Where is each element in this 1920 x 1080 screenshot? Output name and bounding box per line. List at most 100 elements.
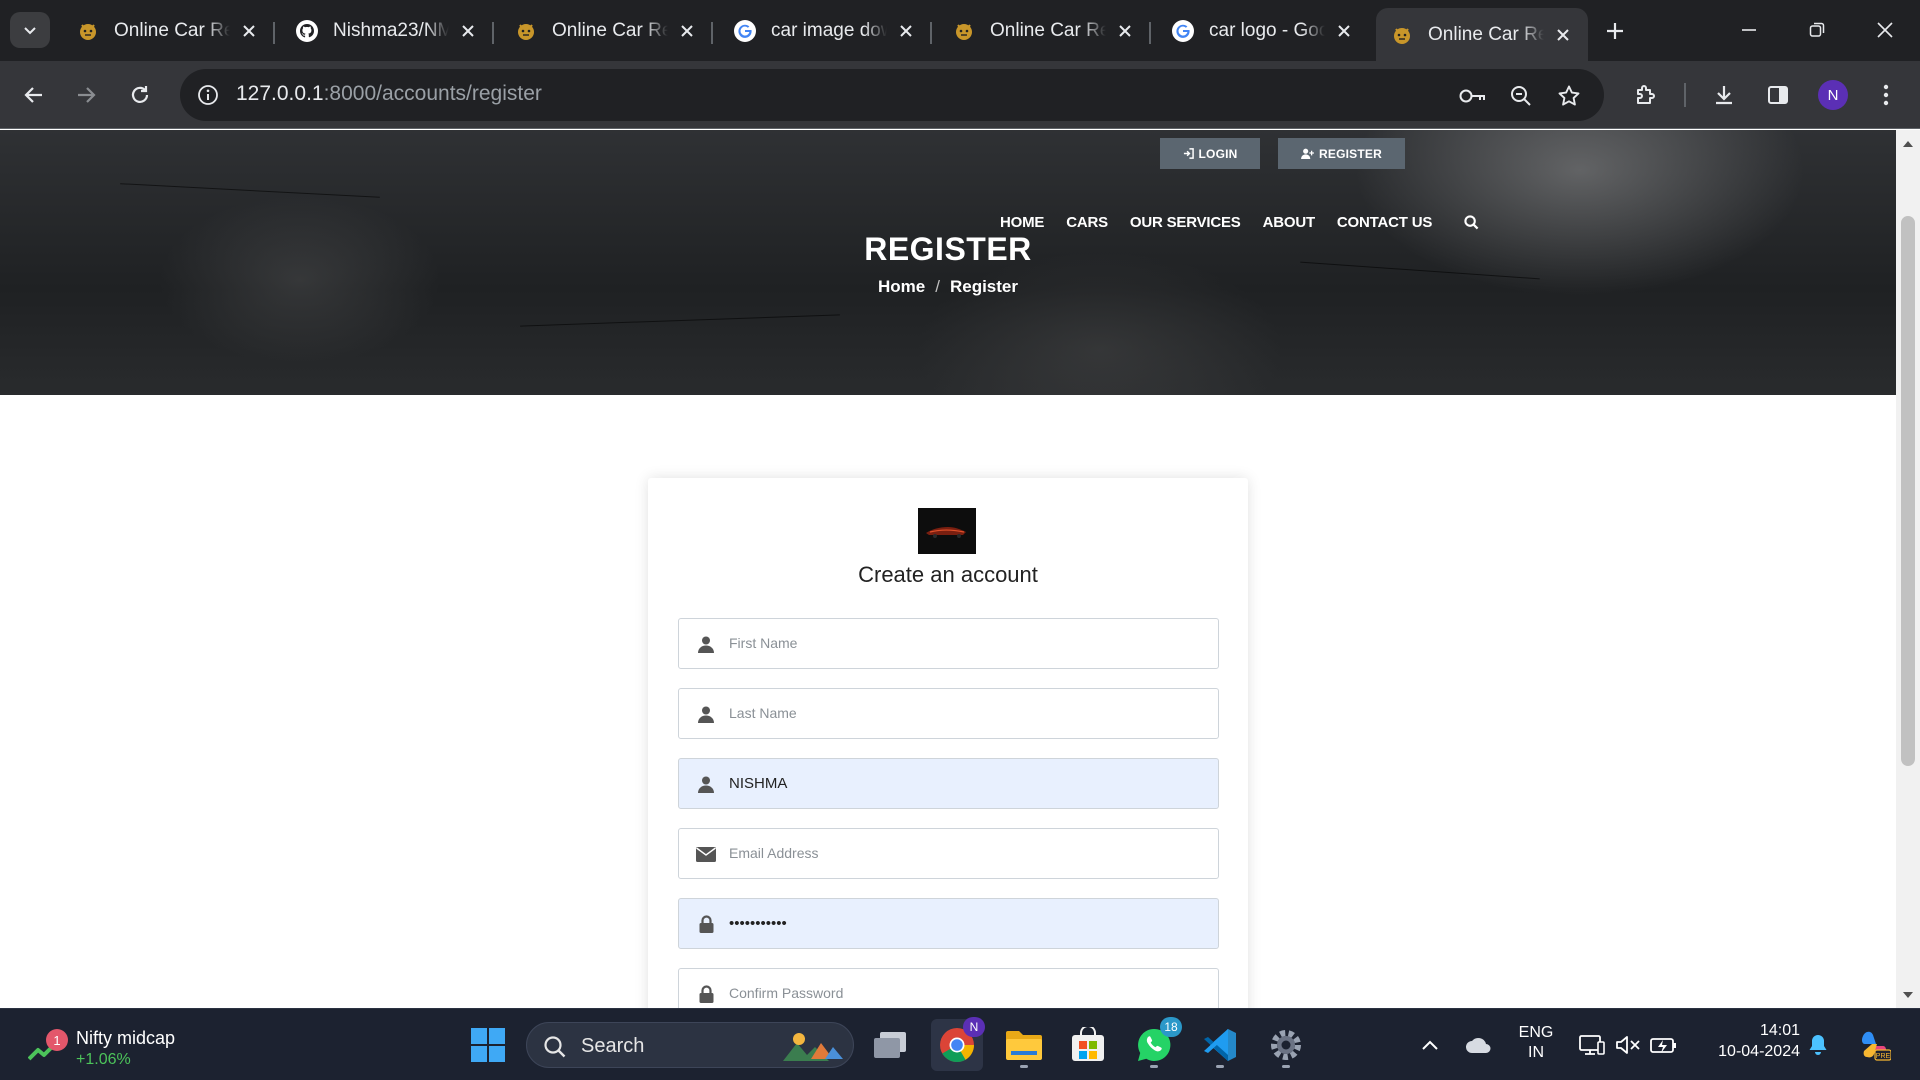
- new-tab-button[interactable]: [1598, 14, 1632, 48]
- concrete-texture: [120, 183, 380, 198]
- car-logo-image: [918, 508, 976, 554]
- email-input[interactable]: [729, 829, 1209, 878]
- close-icon[interactable]: [1114, 20, 1136, 42]
- breadcrumb-current: Register: [949, 277, 1018, 296]
- page-scrollbar[interactable]: [1896, 130, 1920, 1008]
- scroll-down-arrow-icon[interactable]: [1902, 990, 1914, 1000]
- arrow-right-icon: [78, 87, 96, 103]
- close-icon[interactable]: [457, 20, 479, 42]
- password-field[interactable]: [678, 898, 1219, 949]
- menu-home[interactable]: HOME: [1000, 214, 1044, 231]
- side-panel-button[interactable]: [1758, 75, 1798, 115]
- chrome-menu-button[interactable]: [1866, 75, 1906, 115]
- restore-icon: [1809, 22, 1825, 37]
- stock-widget[interactable]: 1 Nifty midcap +1.06%: [24, 1021, 224, 1071]
- minimize-button[interactable]: [1714, 0, 1784, 60]
- close-icon[interactable]: [676, 20, 698, 42]
- google-icon: [1171, 19, 1195, 43]
- gear-icon: [1271, 1030, 1301, 1060]
- first-name-input[interactable]: [729, 619, 1209, 668]
- menu-about[interactable]: ABOUT: [1263, 214, 1316, 231]
- extensions-button[interactable]: [1626, 75, 1666, 115]
- lock-icon: [695, 984, 717, 1004]
- url-text[interactable]: 127.0.0.1:8000/accounts/register: [236, 82, 542, 106]
- whatsapp-unread-badge: 18: [1160, 1017, 1182, 1037]
- scroll-up-arrow-icon[interactable]: [1902, 138, 1914, 148]
- puzzle-icon: [1637, 85, 1655, 104]
- toolbar-divider: [1684, 83, 1686, 107]
- register-button[interactable]: REGISTER: [1278, 138, 1405, 169]
- taskbar-vscode[interactable]: [1194, 1019, 1246, 1071]
- last-name-field[interactable]: [678, 688, 1219, 739]
- tab-online-car-rental-2[interactable]: Online Car Rental: [500, 8, 712, 54]
- downloads-button[interactable]: [1704, 75, 1744, 115]
- close-icon[interactable]: [238, 20, 260, 42]
- notification-bell-icon[interactable]: [1804, 1031, 1832, 1059]
- back-button[interactable]: [14, 75, 54, 115]
- network-icon[interactable]: [1578, 1031, 1606, 1059]
- password-key-icon[interactable]: [1458, 81, 1488, 111]
- first-name-field[interactable]: [678, 618, 1219, 669]
- email-field[interactable]: [678, 828, 1219, 879]
- username-input[interactable]: [729, 759, 1209, 808]
- taskbar-settings[interactable]: [1260, 1019, 1312, 1071]
- tab-title: Nishma23/NM: [333, 20, 449, 41]
- url-path: :8000/accounts/register: [323, 82, 542, 105]
- taskbar-microsoft-store[interactable]: [1062, 1019, 1114, 1071]
- lock-icon: [695, 914, 717, 934]
- url-host: 127.0.0.1: [236, 82, 324, 105]
- last-name-input[interactable]: [729, 689, 1209, 738]
- forward-button[interactable]: [66, 75, 106, 115]
- tab-google-car-logo[interactable]: car logo - Google: [1157, 8, 1369, 54]
- bookmark-star-icon[interactable]: [1554, 81, 1584, 111]
- minimize-icon: [1742, 29, 1756, 31]
- close-icon[interactable]: [1333, 20, 1355, 42]
- confirm-password-field[interactable]: [678, 968, 1219, 1008]
- restore-button[interactable]: [1782, 0, 1852, 60]
- language-indicator[interactable]: ENG IN: [1508, 1024, 1564, 1062]
- tab-github[interactable]: Nishma23/NM: [281, 8, 493, 54]
- taskbar-chrome[interactable]: N: [931, 1017, 985, 1071]
- tab-search-button[interactable]: [10, 12, 50, 48]
- username-field[interactable]: [678, 758, 1219, 809]
- address-bar[interactable]: 127.0.0.1:8000/accounts/register: [180, 69, 1604, 121]
- tab-title: car image download: [771, 20, 887, 41]
- taskbar-file-explorer[interactable]: [998, 1019, 1050, 1071]
- site-info-icon[interactable]: [194, 81, 222, 109]
- taskbar-whatsapp[interactable]: 18: [1128, 1017, 1182, 1071]
- tiger-logo-icon: [952, 19, 976, 43]
- clock[interactable]: 14:01 10-04-2024: [1694, 1022, 1800, 1061]
- reload-button[interactable]: [120, 75, 160, 115]
- onedrive-cloud-icon[interactable]: [1464, 1031, 1492, 1059]
- tab-online-car-rental-3[interactable]: Online Car Rental: [938, 8, 1150, 54]
- password-input[interactable]: [729, 899, 1209, 948]
- scrollbar-thumb[interactable]: [1901, 216, 1915, 766]
- tab-google-car-image[interactable]: car image download: [719, 8, 931, 54]
- profile-avatar[interactable]: N: [1818, 80, 1848, 110]
- tab-online-car-rental-active[interactable]: Online Car Rental: [1376, 8, 1588, 61]
- tab-online-car-rental-1[interactable]: Online Car Rental: [62, 8, 274, 54]
- menu-cars[interactable]: CARS: [1066, 214, 1108, 231]
- breadcrumb-separator: /: [935, 277, 940, 296]
- windows-logo-icon: [471, 1028, 505, 1062]
- login-button[interactable]: LOGIN: [1160, 138, 1260, 169]
- taskbar-search[interactable]: Search: [526, 1022, 854, 1068]
- start-button[interactable]: [462, 1019, 514, 1071]
- task-view-button[interactable]: [864, 1019, 916, 1071]
- speaker-muted-icon[interactable]: [1614, 1031, 1642, 1059]
- copilot-icon[interactable]: PRE: [1856, 1027, 1892, 1063]
- battery-charging-icon[interactable]: [1650, 1031, 1678, 1059]
- task-view-icon: [874, 1032, 906, 1058]
- close-window-button[interactable]: [1850, 0, 1920, 60]
- breadcrumb-home[interactable]: Home: [878, 277, 925, 296]
- close-icon[interactable]: [1552, 24, 1574, 46]
- zoom-icon[interactable]: [1506, 81, 1536, 111]
- tiger-logo-icon: [1390, 23, 1414, 47]
- widget-change: +1.06%: [76, 1051, 131, 1068]
- search-icon[interactable]: [1462, 213, 1480, 231]
- confirm-password-input[interactable]: [729, 969, 1209, 1008]
- menu-our-services[interactable]: OUR SERVICES: [1130, 214, 1241, 231]
- close-icon[interactable]: [895, 20, 917, 42]
- chevron-up-icon[interactable]: [1416, 1031, 1444, 1059]
- menu-contact-us[interactable]: CONTACT US: [1337, 214, 1432, 231]
